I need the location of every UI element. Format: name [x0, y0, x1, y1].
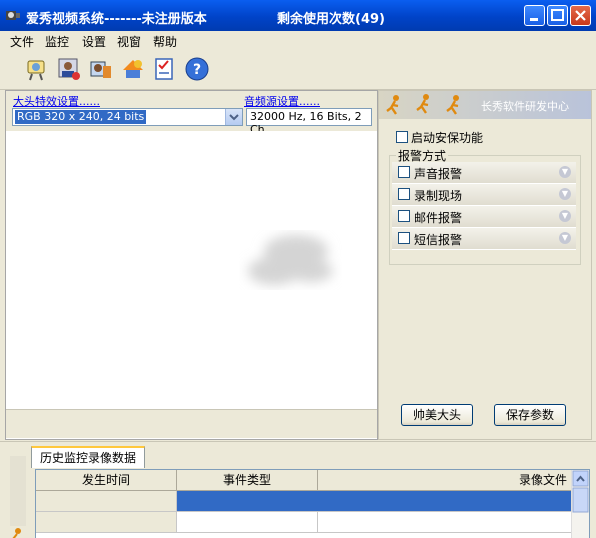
head-effect-select[interactable]: RGB 320 x 240, 24 bits	[12, 108, 243, 126]
remaining-uses: 剩余使用次数(49)	[277, 12, 385, 27]
alarm-sound-label: 声音报警	[414, 167, 463, 181]
video-status-bar	[6, 409, 377, 438]
security-checkbox[interactable]	[396, 131, 408, 143]
save-params-button[interactable]: 保存参数	[494, 404, 566, 426]
menu-monitor[interactable]: 监控	[45, 33, 69, 50]
menu-settings[interactable]: 设置	[82, 33, 106, 50]
alarm-row-sound[interactable]: 声音报警 ▼	[392, 162, 576, 184]
menu-bar: 文件 监控 设置 视窗 帮助	[0, 31, 596, 51]
scrollbar-arrows	[572, 470, 589, 513]
minimize-button[interactable]	[524, 5, 545, 26]
table-row-header	[36, 512, 177, 533]
alarm-row-record[interactable]: 录制现场 ▼	[392, 184, 576, 206]
column-header-event-type[interactable]: 事件类型	[177, 470, 318, 491]
minimize-icon	[530, 18, 538, 21]
security-checkbox-label: 启动安保功能	[411, 131, 484, 145]
table-row-header	[36, 491, 177, 512]
table-cell[interactable]	[177, 512, 318, 533]
alarm-group: 报警方式 声音报警 ▼ 录制现场 ▼ 邮件报警 ▼ 短信报警 ▼	[389, 147, 581, 265]
alarm-record-checkbox[interactable]	[398, 188, 410, 200]
chevron-down-icon[interactable]: ▼	[559, 232, 571, 244]
window-title: 爱秀视频系统-------未注册版本	[26, 12, 207, 27]
toolbar: ?	[0, 51, 596, 90]
handsome-head-button[interactable]: 帅美大头	[401, 404, 473, 426]
history-panel: 历史监控录像数据 发生时间 事件类型 录像文件	[0, 441, 596, 538]
main-window: 爱秀视频系统-------未注册版本 剩余使用次数(49) 文件 监控 设置 视…	[0, 0, 596, 538]
alarm-email-checkbox[interactable]	[398, 210, 410, 222]
menu-file[interactable]: 文件	[10, 33, 34, 50]
svg-text:?: ?	[193, 62, 201, 78]
video-pane: 大头特效设置...... 音频源设置...... RGB 320 x 240, …	[5, 90, 378, 440]
alarm-sms-label: 短信报警	[414, 233, 463, 247]
close-icon	[575, 10, 586, 21]
table-row[interactable]	[177, 491, 572, 512]
app-icon	[6, 11, 20, 20]
title-bar[interactable]: 爱秀视频系统-------未注册版本 剩余使用次数(49)	[0, 0, 596, 31]
maximize-icon	[551, 9, 564, 21]
alarm-record-label: 录制现场	[414, 189, 463, 203]
chevron-down-icon[interactable]	[225, 109, 242, 125]
runner-icons	[386, 94, 459, 115]
banner: 长秀软件研发中心	[379, 91, 591, 119]
alarm-email-label: 邮件报警	[414, 211, 463, 225]
checklist-icon[interactable]	[152, 56, 178, 82]
alarm-row-email[interactable]: 邮件报警 ▼	[392, 206, 576, 228]
alarm-row-sms[interactable]: 短信报警 ▼	[392, 228, 576, 250]
export-icon[interactable]	[120, 56, 146, 82]
maximize-button[interactable]	[547, 5, 568, 26]
menu-window[interactable]: 视窗	[117, 33, 141, 50]
column-header-video-file[interactable]: 录像文件	[318, 470, 572, 491]
side-runner-icon	[10, 456, 26, 538]
chevron-down-icon[interactable]: ▼	[559, 188, 571, 200]
audio-source-settings-link[interactable]: 音频源设置......	[244, 93, 320, 109]
chevron-down-icon[interactable]: ▼	[559, 210, 571, 222]
video-settings-bar: 大头特效设置...... 音频源设置...... RGB 320 x 240, …	[6, 91, 377, 136]
banner-text: 长秀软件研发中心	[481, 100, 569, 113]
camera-icon[interactable]	[24, 56, 50, 82]
help-icon[interactable]: ?	[184, 56, 210, 82]
vertical-scrollbar[interactable]	[571, 470, 589, 538]
menu-help[interactable]: 帮助	[153, 33, 177, 50]
tab-history-records[interactable]: 历史监控录像数据	[31, 446, 146, 468]
user-icon[interactable]	[56, 56, 82, 82]
audio-source-field[interactable]: 32000 Hz, 16 Bits, 2 Ch	[246, 108, 372, 136]
control-panel: 长秀软件研发中心 启动安保功能 报警方式 声音报警 ▼ 录制现场 ▼ 邮件报警 …	[378, 90, 592, 440]
alarm-sound-checkbox[interactable]	[398, 166, 410, 178]
column-header-time[interactable]: 发生时间	[36, 470, 177, 491]
table-cell[interactable]	[318, 512, 572, 533]
alarm-sms-checkbox[interactable]	[398, 232, 410, 244]
record-icon[interactable]	[88, 56, 114, 82]
video-preview-cloud	[248, 235, 333, 285]
head-effect-value: RGB 320 x 240, 24 bits	[15, 110, 147, 124]
head-effect-settings-link[interactable]: 大头特效设置......	[13, 93, 100, 109]
history-table: 发生时间 事件类型 录像文件	[35, 469, 590, 538]
close-button[interactable]	[570, 5, 591, 26]
chevron-down-icon[interactable]: ▼	[559, 166, 571, 178]
video-preview	[6, 131, 377, 409]
